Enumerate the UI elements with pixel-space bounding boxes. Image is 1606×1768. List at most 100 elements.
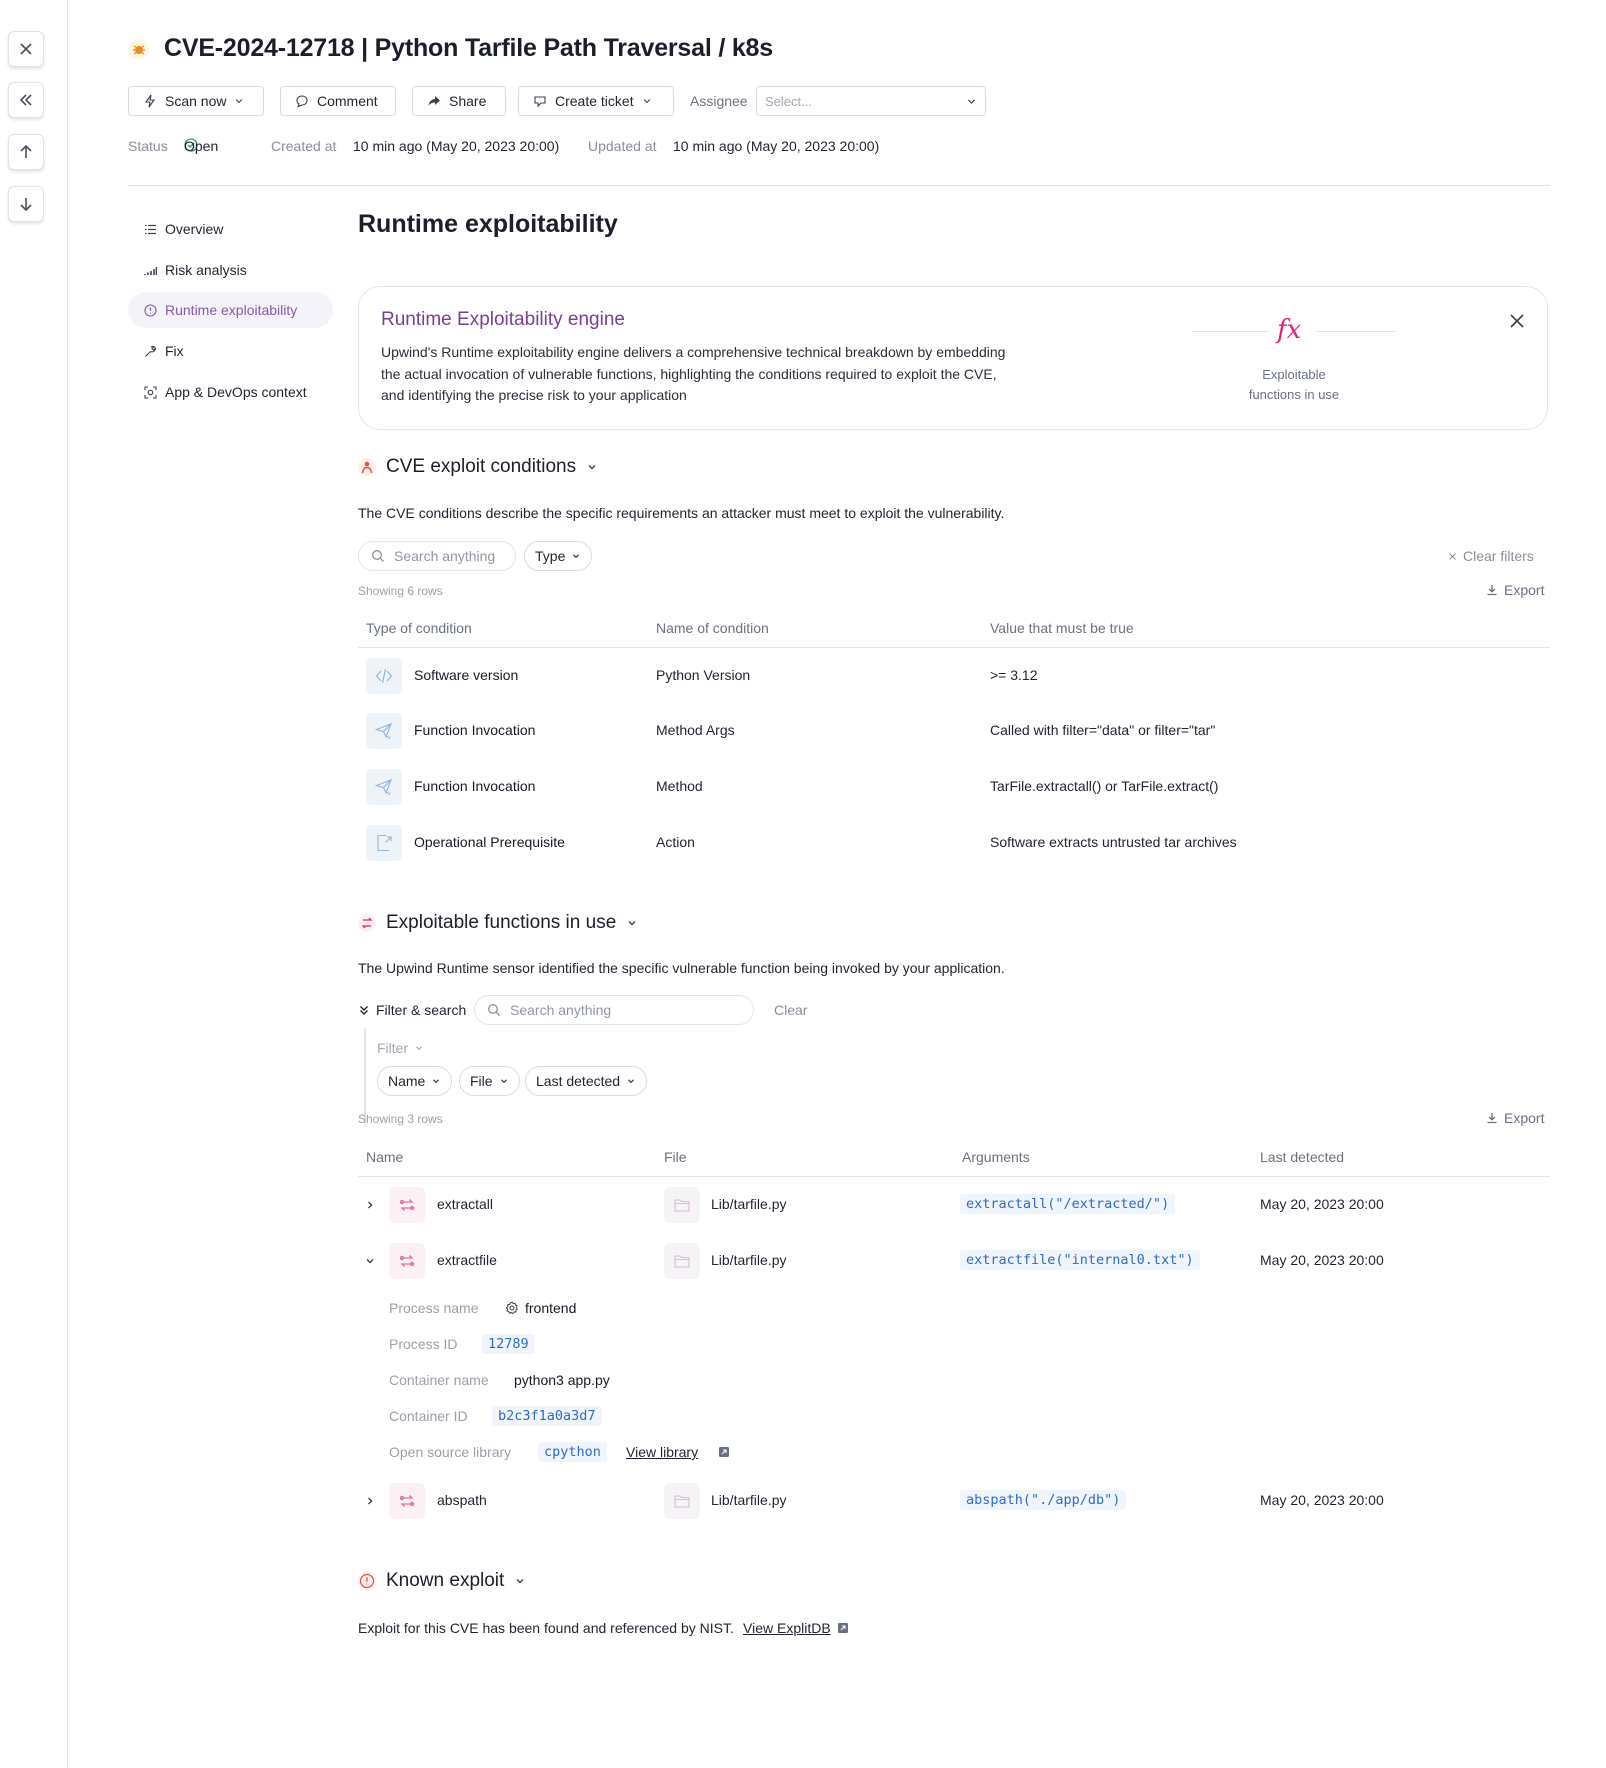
list-icon: [145, 224, 156, 234]
conditions-description: The CVE conditions describe the specific…: [358, 505, 1005, 521]
comment-icon: [296, 95, 308, 108]
view-exploitdb-link[interactable]: View ExplitDB: [743, 1620, 831, 1636]
assignee-placeholder: Select...: [765, 93, 812, 109]
scan-now-button[interactable]: Scan now: [128, 86, 264, 116]
last-detected: May 20, 2023 20:00: [1260, 1492, 1384, 1508]
table-cell: Python Version: [656, 667, 751, 683]
table-divider: [358, 1176, 1550, 1177]
conditions-header[interactable]: CVE exploit conditions: [358, 456, 598, 478]
search-placeholder: Search anything: [394, 548, 496, 564]
detail-label: Container name: [389, 1372, 489, 1388]
chevron-down-icon: [516, 1579, 524, 1584]
updated-label: Updated at: [588, 138, 657, 154]
nav-item-runtime-exploitability[interactable]: Runtime exploitability: [128, 292, 333, 328]
nav-item-fix[interactable]: Fix: [128, 333, 333, 369]
detail-label: Process ID: [389, 1336, 458, 1352]
chevron-down-icon: [967, 99, 976, 104]
updated-value: 10 min ago (May 20, 2023 20:00): [673, 138, 880, 154]
container-id-value: b2c3f1a0a3d7: [492, 1406, 602, 1426]
nav-label: Risk analysis: [165, 262, 247, 278]
view-library-link[interactable]: View library: [626, 1444, 698, 1460]
nav-item-overview[interactable]: Overview: [128, 211, 333, 247]
search-placeholder: Search anything: [510, 1002, 612, 1018]
external-link-icon[interactable]: [837, 1622, 849, 1634]
scan-now-label: Scan now: [165, 93, 227, 109]
search-icon: [488, 1004, 500, 1016]
folder-icon: [664, 1187, 700, 1223]
download-icon: [1487, 1113, 1497, 1124]
clear-filters-button[interactable]: Clear filters: [1448, 548, 1534, 564]
export-button[interactable]: Export: [1486, 1110, 1544, 1126]
export-label: Export: [1504, 1110, 1545, 1126]
ticket-icon: [534, 96, 546, 108]
export-button[interactable]: Export: [1486, 582, 1544, 598]
created-value: 10 min ago (May 20, 2023 20:00): [353, 138, 560, 154]
filter-dropdown[interactable]: Filter: [377, 1040, 424, 1056]
table-cell: TarFile.extractall() or TarFile.extract(…: [990, 778, 1219, 794]
chevron-down-icon: [500, 1079, 507, 1084]
next-button[interactable]: [8, 186, 44, 222]
gear-icon: [505, 1301, 519, 1315]
nav-item-app-devops-context[interactable]: App & DevOps context: [128, 374, 333, 410]
download-icon: [1487, 585, 1497, 596]
external-link-icon[interactable]: [718, 1446, 730, 1458]
type-filter[interactable]: Type: [524, 541, 593, 571]
filter-search-label: Filter & search: [376, 1002, 467, 1018]
section-title: Runtime exploitability: [358, 210, 618, 238]
known-exploit-header[interactable]: Known exploit: [358, 1570, 526, 1592]
filter-pill-label: Name: [388, 1073, 426, 1089]
table-cell: Action: [656, 834, 695, 850]
decor-line: [1317, 331, 1395, 332]
file-path: Lib/tarfile.py: [711, 1252, 787, 1268]
name-filter[interactable]: Name: [377, 1066, 453, 1096]
function-icon: [389, 1243, 425, 1279]
process-name-value: frontend: [525, 1300, 577, 1316]
chevron-down-icon[interactable]: [364, 1255, 376, 1267]
table-cell: Function Invocation: [414, 778, 536, 794]
nav-label: Overview: [165, 221, 224, 237]
functions-header[interactable]: Exploitable functions in use: [358, 912, 638, 934]
file-filter[interactable]: File: [459, 1066, 520, 1096]
table-cell: Method Args: [656, 722, 735, 738]
close-icon[interactable]: [1509, 313, 1525, 329]
arguments-code: abspath("./app/db"): [960, 1490, 1127, 1510]
column-header: Name: [366, 1149, 404, 1165]
chevron-right-icon[interactable]: [364, 1199, 376, 1211]
create-ticket-button[interactable]: Create ticket: [518, 86, 674, 116]
table-cell: Operational Prerequisite: [414, 834, 565, 850]
engine-caption-line: functions in use: [1248, 387, 1340, 402]
filter-search-toggle[interactable]: Filter & search: [358, 1002, 466, 1018]
collapse-button[interactable]: [8, 82, 44, 118]
table-cell: Software version: [414, 667, 519, 683]
send-code-icon: [366, 769, 402, 805]
function-icon: [389, 1187, 425, 1223]
close-button[interactable]: [8, 31, 44, 67]
assignee-label: Assignee: [690, 93, 748, 109]
share-button[interactable]: Share: [412, 86, 506, 116]
nav-item-risk-analysis[interactable]: Risk analysis: [128, 252, 333, 288]
type-filter-label: Type: [535, 548, 566, 564]
detail-label: Container ID: [389, 1408, 468, 1424]
assignee-select[interactable]: Select...: [756, 86, 986, 116]
clear-button[interactable]: Clear: [774, 1002, 807, 1018]
filter-label: Filter: [377, 1040, 409, 1056]
filter-pill-label: Last detected: [536, 1073, 621, 1089]
table-cell: Function Invocation: [414, 722, 536, 738]
chevron-down-icon: [433, 1079, 440, 1084]
table-cell: >= 3.12: [990, 667, 1038, 683]
fx-icon: fx: [1277, 315, 1302, 345]
signal-bars-icon: [144, 266, 157, 275]
conditions-search-input[interactable]: Search anything: [358, 541, 516, 571]
share-label: Share: [449, 93, 487, 109]
comment-button[interactable]: Comment: [280, 86, 396, 116]
process-name: frontend: [505, 1300, 576, 1316]
nav-label: App & DevOps context: [165, 384, 307, 400]
functions-search-input[interactable]: Search anything: [474, 995, 754, 1025]
chevron-right-icon[interactable]: [364, 1495, 376, 1507]
last-detected-filter[interactable]: Last detected: [525, 1066, 648, 1096]
function-name: extractall: [437, 1196, 494, 1212]
focus-icon: [144, 385, 157, 399]
engine-desc-line: and identifying the precise risk to your…: [381, 387, 687, 403]
previous-button[interactable]: [8, 134, 44, 170]
arguments-code: extractall("/extracted/"): [960, 1194, 1176, 1214]
